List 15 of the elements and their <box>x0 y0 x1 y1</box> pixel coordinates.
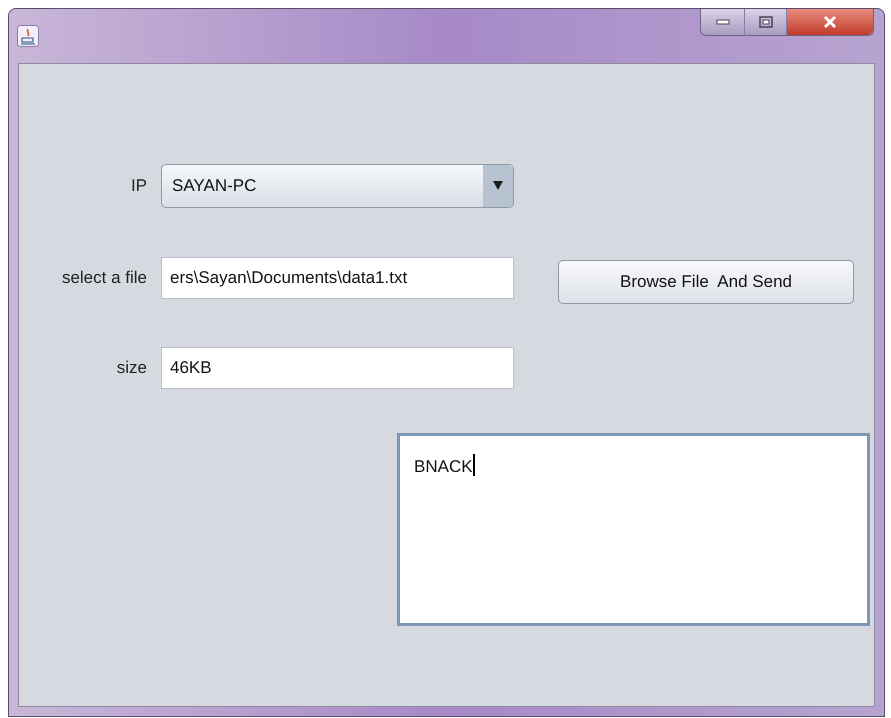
size-label: size <box>116 357 148 380</box>
file-label: select a file <box>60 266 148 289</box>
minimize-icon <box>716 19 730 25</box>
maximize-button[interactable] <box>745 9 787 35</box>
close-button[interactable] <box>787 9 873 35</box>
close-icon <box>822 15 838 29</box>
ip-dropdown[interactable]: SAYAN-PC <box>161 164 514 208</box>
ip-label: IP <box>130 175 148 198</box>
maximize-icon <box>758 16 772 28</box>
size-field[interactable]: 46KB <box>161 347 514 389</box>
file-path-field[interactable]: ers\Sayan\Documents\data1.txt <box>161 256 514 298</box>
java-icon <box>17 25 39 47</box>
browse-button[interactable]: Browse File And Send <box>558 260 854 304</box>
minimize-button[interactable] <box>701 9 745 35</box>
output-text-area[interactable]: BNACK <box>397 433 870 626</box>
